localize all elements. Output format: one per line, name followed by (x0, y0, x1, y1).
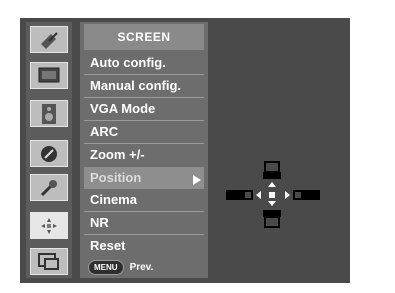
menu-item-vga-mode[interactable]: VGA Mode (84, 98, 204, 120)
screen-adjust-icon (41, 217, 57, 234)
content-area (208, 22, 348, 278)
menu-footer: MENU Prev. (84, 258, 204, 276)
position-control-icon (226, 161, 320, 228)
submenu-arrow-icon (193, 175, 201, 185)
menu-item-arc[interactable]: ARC (84, 121, 204, 143)
menu-item-zoom[interactable]: Zoom +/- (84, 144, 204, 166)
menu-item-manual-config[interactable]: Manual config. (84, 75, 204, 97)
speaker-icon (42, 103, 56, 124)
menu-item-cinema[interactable]: Cinema (84, 189, 204, 211)
sidebar-item-time[interactable] (30, 140, 68, 167)
menu-item-nr[interactable]: NR (84, 212, 204, 234)
prev-label: Prev. (129, 261, 154, 273)
menu-item-auto-config[interactable]: Auto config. (84, 52, 204, 74)
menu-item-position[interactable]: Position (84, 167, 204, 189)
menu-title: SCREEN (84, 24, 204, 50)
menu-key-button[interactable]: MENU (88, 259, 124, 275)
monitor-icon (38, 67, 60, 82)
sidebar-item-pip[interactable] (30, 248, 68, 275)
sidebar-item-special[interactable] (30, 174, 68, 201)
wrench-icon (40, 179, 57, 196)
menu-item-reset[interactable]: Reset (84, 235, 204, 257)
sidebar-item-sound[interactable] (30, 100, 68, 127)
satellite-dish-icon (41, 31, 58, 49)
sidebar-item-screen[interactable] (30, 212, 68, 239)
sidebar-item-station[interactable] (30, 26, 68, 53)
clock-icon (41, 145, 57, 162)
pip-icon (38, 252, 59, 270)
sidebar-item-picture[interactable] (30, 62, 68, 89)
